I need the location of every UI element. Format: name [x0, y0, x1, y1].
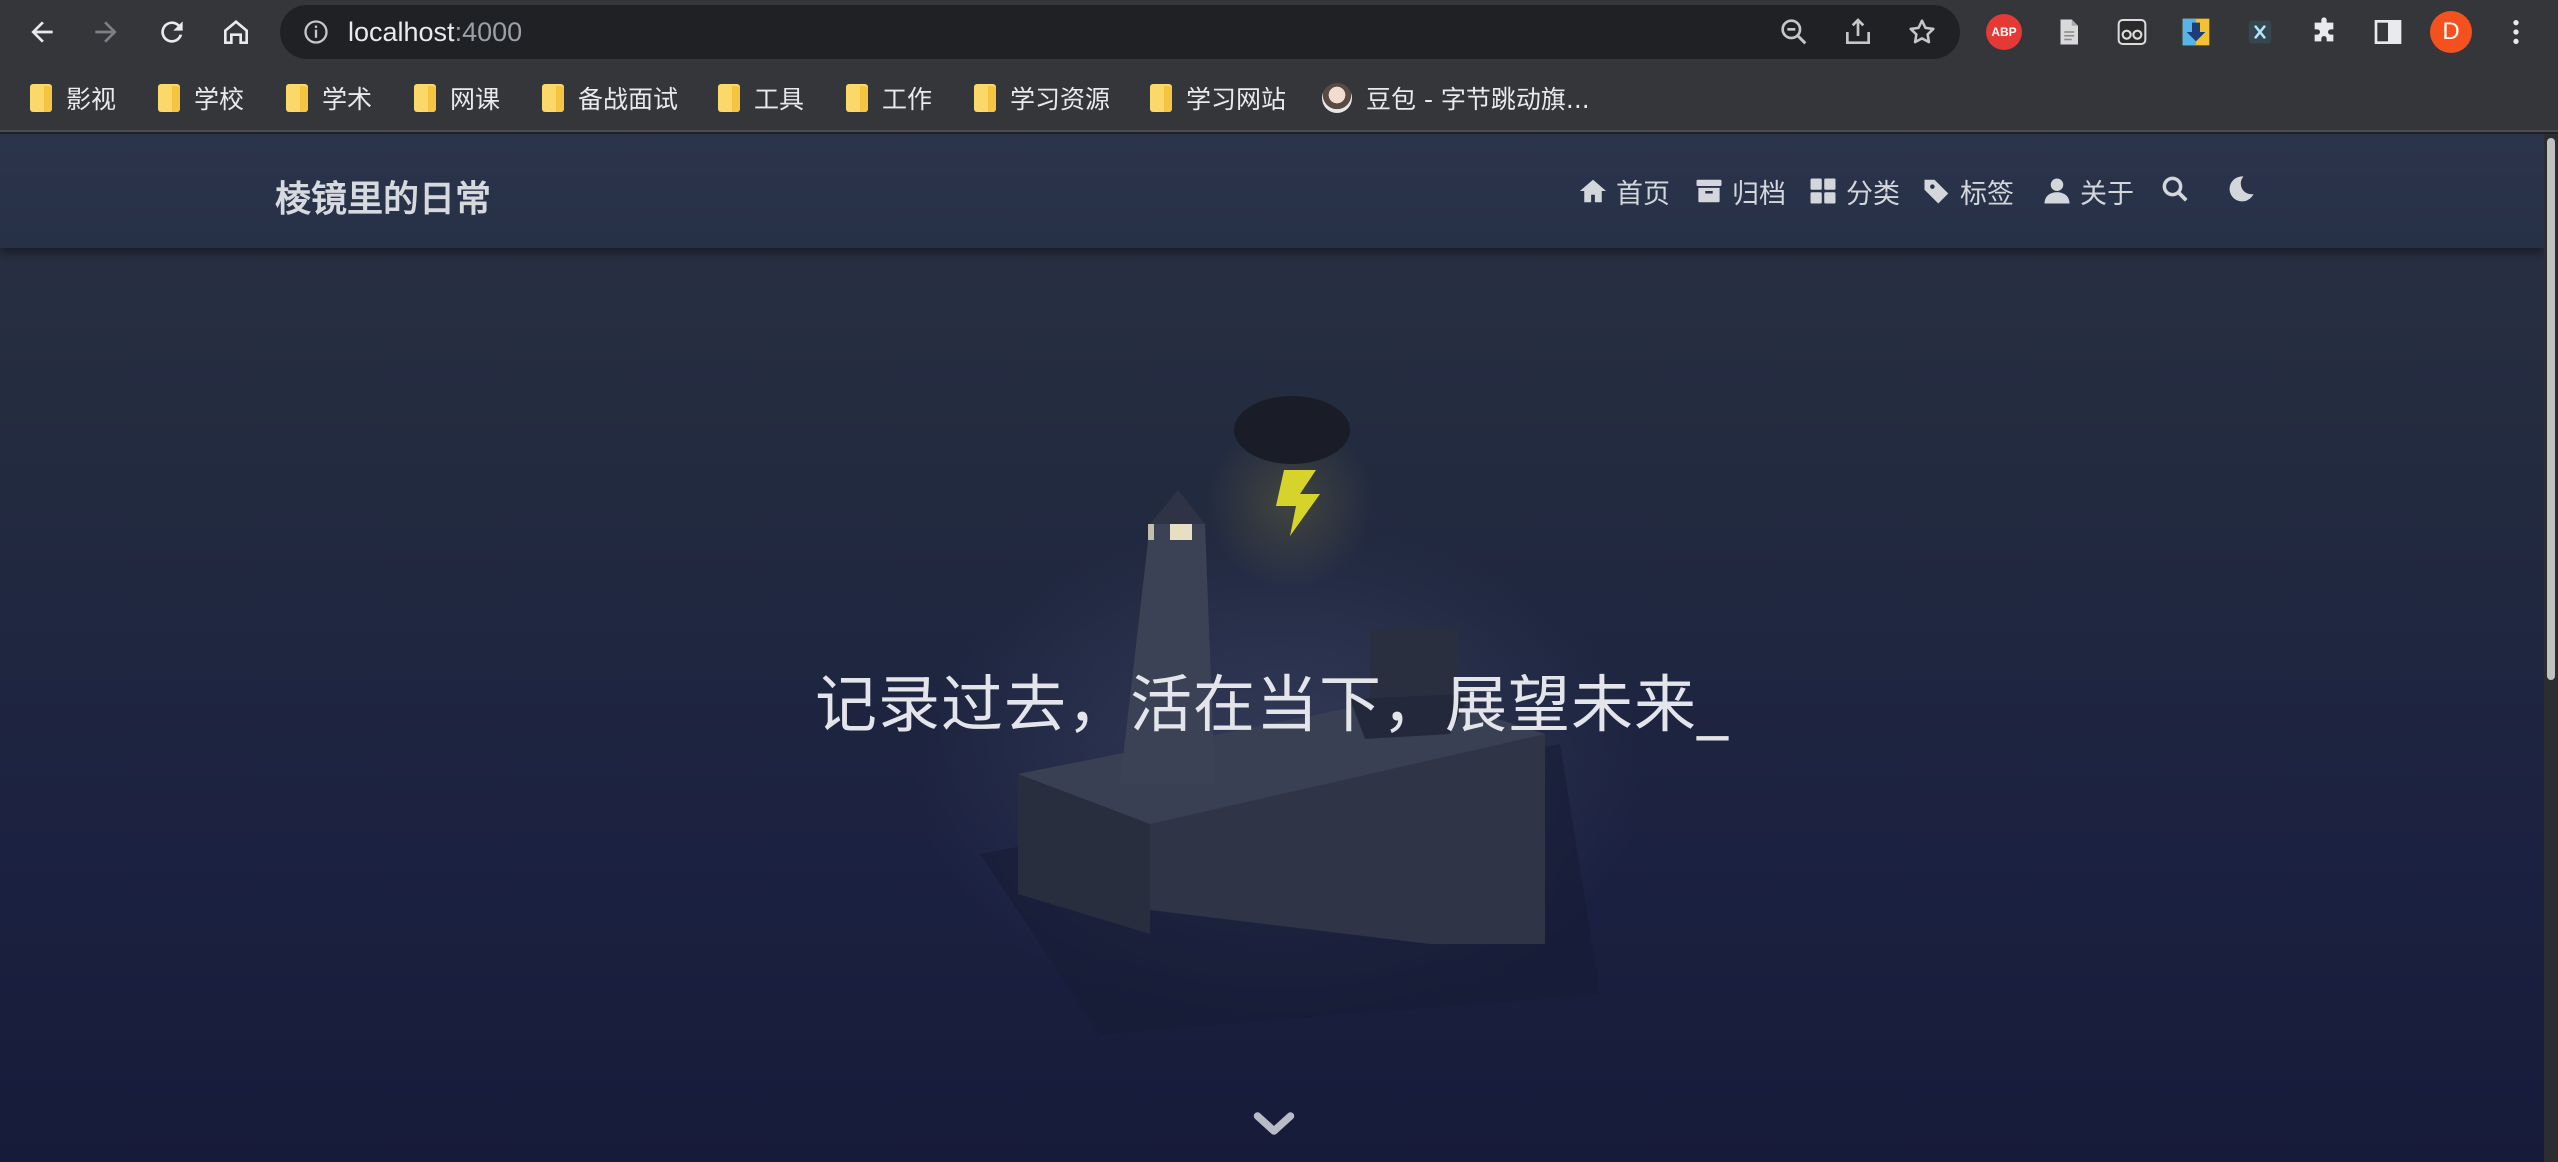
page-content: 棱镜里的日常 首页 归档 分类 标签 关于 记录过去，活在当下，展望未来_ [0, 134, 2558, 1162]
arrow-left-icon [31, 21, 53, 43]
bookmark-doubao[interactable]: 豆包 - 字节跳动旗... [1322, 79, 1590, 117]
bookmark-label: 工作 [882, 85, 933, 114]
bookmark-label: 学校 [194, 85, 245, 114]
bookmark-label: 豆包 - 字节跳动旗... [1366, 85, 1590, 114]
folder-icon [846, 84, 868, 112]
nav-tags-label: 标签 [1960, 178, 2014, 210]
side-panel-icon [2374, 20, 2402, 44]
nav-home-label: 首页 [1616, 178, 1670, 210]
address-bar[interactable]: localhost:4000 [280, 5, 1960, 59]
search-icon[interactable] [2160, 174, 2190, 204]
url-host: localhost [348, 17, 455, 47]
glasses-icon [2117, 19, 2147, 45]
nav-about-label: 关于 [2080, 178, 2134, 210]
browser-toolbar: localhost:4000 ABP D [0, 0, 2558, 64]
bookmark-folder-网课[interactable]: 网课 [414, 79, 500, 117]
document-icon [2060, 19, 2078, 45]
folder-icon [542, 84, 564, 112]
nav-categories-label: 分类 [1846, 178, 1900, 210]
forward-button[interactable] [80, 6, 132, 58]
bookmark-label: 网课 [450, 85, 501, 114]
x-extension-icon [2248, 20, 2272, 44]
hero-subtitle: 记录过去，活在当下，展望未来_ [814, 668, 1729, 741]
archive-icon [1696, 179, 1722, 203]
menu-button[interactable] [2498, 14, 2534, 50]
side-panel-button[interactable] [2370, 14, 2406, 50]
bookmark-label: 影视 [66, 85, 117, 114]
download-extension-button[interactable] [2178, 14, 2214, 50]
url-text[interactable]: localhost:4000 [348, 17, 522, 48]
extensions-button[interactable] [2306, 14, 2342, 50]
bookmark-star-icon[interactable] [1906, 16, 1938, 48]
site-navbar: 棱镜里的日常 首页 归档 分类 标签 关于 [0, 134, 2544, 248]
storm-cloud [1234, 396, 1350, 464]
bookmark-label: 备战面试 [578, 85, 679, 114]
tags-icon [1924, 179, 1949, 204]
x-extension-button[interactable] [2242, 14, 2278, 50]
download-icon [2182, 18, 2210, 46]
chevron-down-icon[interactable] [1253, 1110, 1295, 1140]
home-icon [1579, 179, 1607, 203]
scrollbar-thumb[interactable] [2547, 138, 2555, 680]
url-port: :4000 [454, 17, 523, 47]
bookmark-label: 学习网站 [1186, 85, 1287, 114]
bookmark-folder-学术[interactable]: 学术 [286, 79, 372, 117]
nav-archive[interactable]: 归档 [1694, 172, 1786, 210]
info-icon[interactable] [302, 18, 330, 46]
bookmark-label: 学习资源 [1010, 85, 1111, 114]
folder-icon [414, 84, 436, 112]
category-icon [1810, 178, 1836, 204]
reload-icon [161, 21, 183, 43]
folder-icon [158, 84, 180, 112]
lighthouse-window [1170, 524, 1192, 540]
lighthouse-window [1148, 524, 1154, 540]
lighthouse-scene-illustration [980, 396, 1600, 1034]
bookmark-label: 工具 [754, 85, 805, 114]
bookmark-folder-工具[interactable]: 工具 [718, 79, 804, 117]
folder-icon [30, 84, 52, 112]
home-button[interactable] [210, 6, 262, 58]
nav-archive-label: 归档 [1732, 178, 1786, 210]
zoom-icon[interactable] [1778, 16, 1810, 48]
abp-label: ABP [1991, 25, 2017, 39]
moon-icon[interactable] [2226, 174, 2256, 204]
profile-initial: D [2442, 18, 2460, 45]
bookmark-folder-影视[interactable]: 影视 [30, 79, 116, 117]
kebab-menu-icon [2513, 20, 2519, 44]
home-outline-icon [224, 20, 248, 44]
nav-categories[interactable]: 分类 [1808, 172, 1900, 210]
bookmark-label: 学术 [322, 85, 373, 114]
reload-button[interactable] [146, 6, 198, 58]
folder-icon [974, 84, 996, 112]
profile-avatar[interactable]: D [2430, 11, 2472, 53]
puzzle-icon [2314, 17, 2334, 42]
arrow-right-icon [95, 21, 117, 43]
back-button[interactable] [16, 6, 68, 58]
reader-extension-button[interactable] [2114, 14, 2150, 50]
nav-about[interactable]: 关于 [2042, 172, 2134, 210]
site-title[interactable]: 棱镜里的日常 [275, 170, 491, 222]
folder-icon [1150, 84, 1172, 112]
bookmarks-bar: 影视 学校 学术 网课 备战面试 工具 工作 学习资源 学习网站 豆包 - 字节… [0, 64, 2558, 132]
share-icon[interactable] [1842, 16, 1874, 48]
bookmark-folder-学校[interactable]: 学校 [158, 79, 244, 117]
bookmark-folder-工作[interactable]: 工作 [846, 79, 932, 117]
folder-icon [718, 84, 740, 112]
user-icon [2044, 178, 2070, 204]
bookmark-folder-备战面试[interactable]: 备战面试 [542, 79, 678, 117]
nav-home[interactable]: 首页 [1578, 172, 1670, 210]
lighthouse-roof [1150, 490, 1205, 524]
document-extension-button[interactable] [2050, 14, 2086, 50]
adblock-extension-button[interactable]: ABP [1986, 14, 2022, 50]
lightning-bolt [1276, 470, 1320, 536]
doubao-favicon-icon [1322, 83, 1352, 113]
bookmark-folder-学习资源[interactable]: 学习资源 [974, 79, 1110, 117]
nav-tags[interactable]: 标签 [1922, 172, 2014, 210]
folder-icon [286, 84, 308, 112]
bookmark-folder-学习网站[interactable]: 学习网站 [1150, 79, 1286, 117]
